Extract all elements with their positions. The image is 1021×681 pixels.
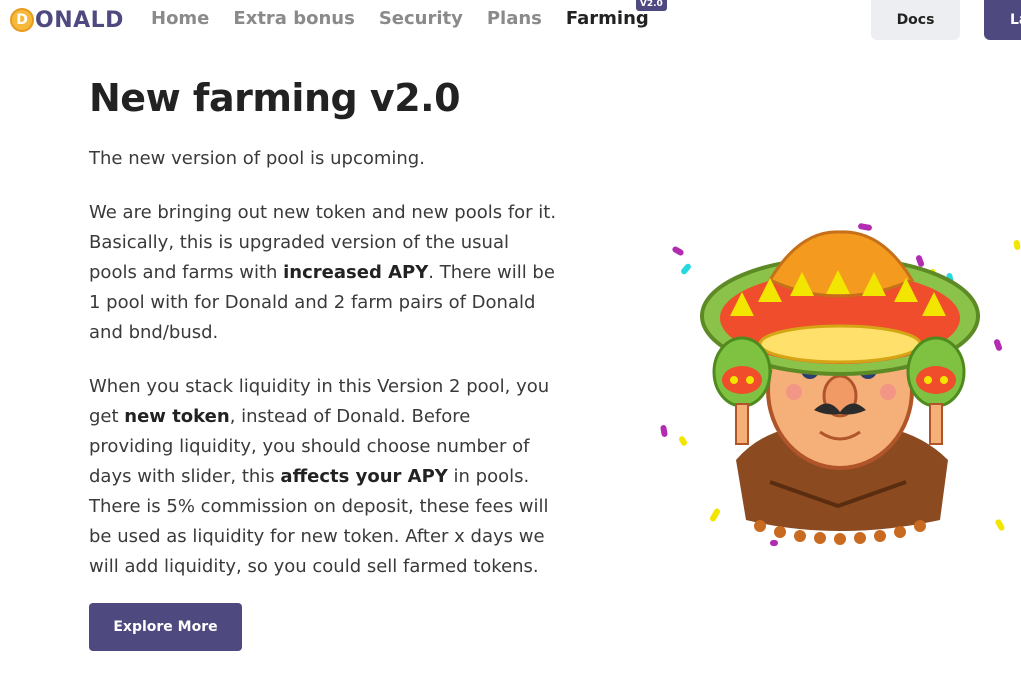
nav-farming[interactable]: Farming V2.0: [565, 0, 667, 31]
version-badge: V2.0: [635, 0, 667, 11]
nav-plans[interactable]: Plans: [487, 7, 542, 31]
launch-app-button[interactable]: La: [984, 0, 1021, 40]
coin-logo-icon: D: [10, 8, 34, 32]
brand-name: ONALD: [35, 7, 124, 33]
nav-farming-label: Farming: [565, 8, 649, 29]
nav-home[interactable]: Home: [151, 7, 209, 31]
page-title: New farming v2.0: [89, 76, 461, 120]
para3-bold-apy: affects your APY: [280, 466, 448, 487]
explore-more-button[interactable]: Explore More: [89, 603, 242, 651]
nav-security[interactable]: Security: [379, 7, 463, 31]
para2-bold-apy: increased APY: [283, 262, 429, 283]
liquidity-paragraph: When you stack liquidity in this Version…: [89, 372, 559, 582]
main-nav: Home Extra bonus Security Plans Farming …: [151, 0, 673, 31]
docs-button[interactable]: Docs: [871, 0, 960, 40]
top-navbar: D ONALD Home Extra bonus Security Plans …: [0, 0, 1021, 50]
para3-bold-new-token: new token: [124, 406, 230, 427]
brand-logo[interactable]: D ONALD: [10, 7, 124, 33]
intro-text: The new version of pool is upcoming.: [89, 148, 425, 169]
nav-extra-bonus[interactable]: Extra bonus: [233, 7, 354, 31]
description-paragraph: We are bringing out new token and new po…: [89, 198, 559, 348]
farming-intro-section: New farming v2.0 The new version of pool…: [89, 72, 559, 582]
mascot-illustration: [660, 223, 1021, 546]
